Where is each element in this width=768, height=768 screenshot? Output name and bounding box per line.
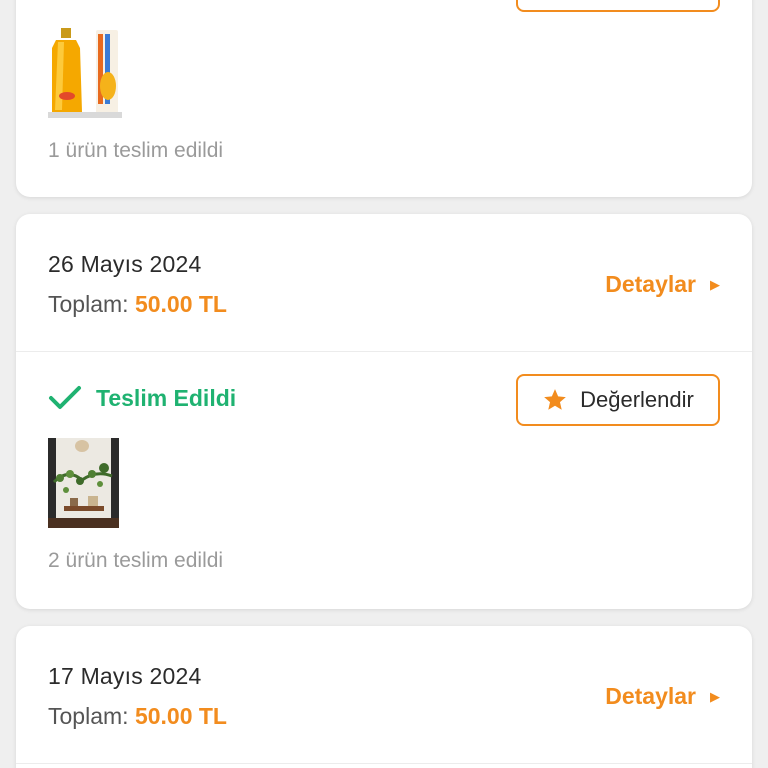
total-amount: 50.00 TL <box>134 291 227 317</box>
order-date: 26 Mayıs 2024 <box>48 251 202 277</box>
total-amount: 50.00 TL <box>134 703 227 729</box>
sunscreen-bottle-image <box>48 26 122 118</box>
order-total: Toplam: 50.00 TL <box>48 703 227 730</box>
order-header: 26 Mayıs 2024 Toplam: 50.00 TL Detaylar … <box>16 214 752 352</box>
check-icon <box>49 386 81 409</box>
order-card: 26 Mayıs 2024 Toplam: 50.00 TL Detaylar … <box>16 214 752 609</box>
rate-label: Değerlendir <box>580 387 694 412</box>
details-label: Detaylar <box>605 271 696 297</box>
details-link[interactable]: Detaylar ▶ <box>605 683 720 710</box>
star-icon <box>544 389 566 410</box>
rate-button[interactable] <box>516 0 720 12</box>
total-label: Toplam: <box>48 703 129 729</box>
delivered-count: 1 ürün teslim edildi <box>48 139 224 162</box>
plant-shelf-image <box>48 438 119 528</box>
status-row: Teslim Edildi <box>48 384 236 412</box>
play-arrow-icon: ▶ <box>710 276 720 292</box>
product-thumbnail[interactable] <box>48 438 119 528</box>
details-label: Detaylar <box>605 683 696 709</box>
order-total: Toplam: 50.00 TL <box>48 291 227 318</box>
play-arrow-icon: ▶ <box>710 688 720 704</box>
product-thumbnail[interactable] <box>48 26 122 118</box>
order-card: 1 ürün teslim edildi <box>16 0 752 197</box>
order-header: 17 Mayıs 2024 Toplam: 50.00 TL Detaylar … <box>16 626 752 764</box>
rate-button[interactable]: Değerlendir <box>516 374 720 426</box>
order-card: 17 Mayıs 2024 Toplam: 50.00 TL Detaylar … <box>16 626 752 768</box>
total-label: Toplam: <box>48 291 129 317</box>
status-label: Teslim Edildi <box>96 384 237 411</box>
delivered-count: 2 ürün teslim edildi <box>48 549 224 572</box>
details-link[interactable]: Detaylar ▶ <box>605 271 720 298</box>
order-date: 17 Mayıs 2024 <box>48 663 202 689</box>
